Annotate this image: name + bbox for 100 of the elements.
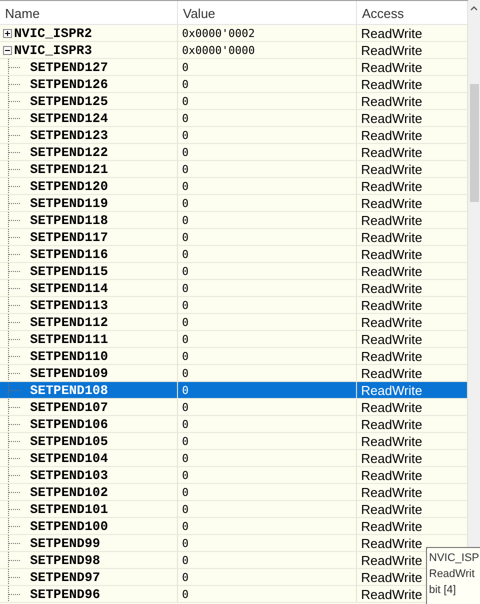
access-text: ReadWrite [361,518,422,534]
register-name: SETPEND115 [30,264,108,278]
register-value: 0 [182,282,189,294]
access-text: ReadWrite [361,434,422,448]
register-name: SETPEND126 [30,76,108,92]
access-text: ReadWrite [361,280,422,296]
register-name: SETPEND109 [30,366,108,380]
access-text: ReadWrite [361,196,422,210]
register-name: SETPEND111 [30,332,108,346]
register-value: 0 [182,128,189,142]
access-text: ReadWrite [361,450,422,466]
register-name: SETPEND102 [30,484,108,500]
access-text: ReadWrite [361,42,422,58]
register-value: 0 [182,468,189,482]
register-value: 0 [182,230,189,244]
register-name: SETPEND119 [30,196,108,210]
register-name: SETPEND101 [30,502,108,516]
register-name: NVIC_ISPR2 [14,26,92,40]
register-name: SETPEND120 [30,178,108,194]
register-name: SETPEND96 [30,586,100,602]
register-name: SETPEND110 [30,348,108,364]
register-name: SETPEND121 [30,162,108,176]
access-text: ReadWrite [361,76,422,92]
register-value: 0 [182,112,189,124]
register-value: 0 [182,248,189,260]
register-value: 0 [182,536,189,550]
register-value: 0x0000'0000 [182,44,255,56]
access-text: ReadWrite [361,298,422,312]
access-text: ReadWrite [361,94,422,108]
register-value: 0 [182,554,189,566]
access-text: ReadWrite [361,502,422,516]
register-name: SETPEND107 [30,400,108,414]
register-name: SETPEND123 [30,128,108,142]
register-value: 0 [182,588,189,600]
access-text: ReadWrite [361,332,422,346]
register-value: 0 [182,384,189,396]
register-name: SETPEND114 [30,280,108,296]
access-text: ReadWrite [361,552,422,568]
access-text: ReadWrite [361,468,422,482]
register-value: 0 [182,180,189,192]
access-text: ReadWrite [361,60,422,74]
register-value: 0 [182,350,189,362]
register-name: SETPEND118 [30,212,108,228]
access-text: ReadWrite [361,128,422,142]
register-name: SETPEND99 [30,536,100,550]
register-value: 0 [182,298,189,312]
access-text: ReadWrite [361,264,422,278]
register-name: SETPEND127 [30,60,108,74]
register-value: 0 [182,418,189,430]
register-name: SETPEND116 [30,246,108,262]
access-text: ReadWrite [361,570,422,584]
register-name: SETPEND98 [30,552,100,568]
access-text: ReadWrite [361,484,422,500]
register-value: 0 [182,434,189,448]
register-name: SETPEND106 [30,416,108,432]
register-value: 0 [182,570,189,584]
register-value: 0 [182,400,189,414]
register-name: SETPEND124 [30,110,108,126]
register-value: 0 [182,366,189,380]
register-value: 0 [182,264,189,278]
register-name: SETPEND100 [30,518,108,534]
access-text: ReadWrite [361,536,422,550]
register-value: 0 [182,520,189,532]
register-value: 0 [182,162,189,176]
access-text: ReadWrite [361,162,422,176]
access-text: ReadWrite [361,416,422,432]
register-name: SETPEND104 [30,450,108,466]
tooltip-text: bit [4] [429,583,456,598]
register-value: 0 [182,214,189,226]
register-value: 0 [182,94,189,108]
register-value: 0 [182,78,189,90]
register-name: SETPEND108 [30,382,108,398]
register-value: 0 [182,502,189,516]
access-text: ReadWrite [361,110,422,126]
access-text: ReadWrite [361,230,422,244]
access-text: ReadWrite [361,400,422,414]
register-name: SETPEND103 [30,468,108,482]
register-value: 0 [182,486,189,498]
register-name: SETPEND105 [30,434,108,448]
register-name: SETPEND112 [30,314,108,330]
register-value: 0 [182,316,189,328]
access-text: ReadWrite [361,26,422,40]
access-text: ReadWrite [361,382,422,398]
register-value: 0 [182,146,189,158]
access-text: ReadWrite [361,314,422,330]
access-text: ReadWrite [361,212,422,228]
register-name: SETPEND125 [30,94,108,108]
access-text: ReadWrite [361,246,422,262]
register-value: 0 [182,452,189,464]
register-value: 0 [182,60,189,74]
register-name: SETPEND113 [30,298,108,312]
register-value: 0 [182,196,189,210]
access-text: ReadWrite [361,366,422,380]
access-text: ReadWrite [361,348,422,364]
access-text: ReadWrite [361,178,422,194]
register-name: SETPEND122 [30,144,108,160]
access-text: ReadWrite [361,144,422,160]
register-name: SETPEND97 [30,570,100,584]
register-name: SETPEND117 [30,230,108,244]
register-value: 0 [182,332,189,346]
